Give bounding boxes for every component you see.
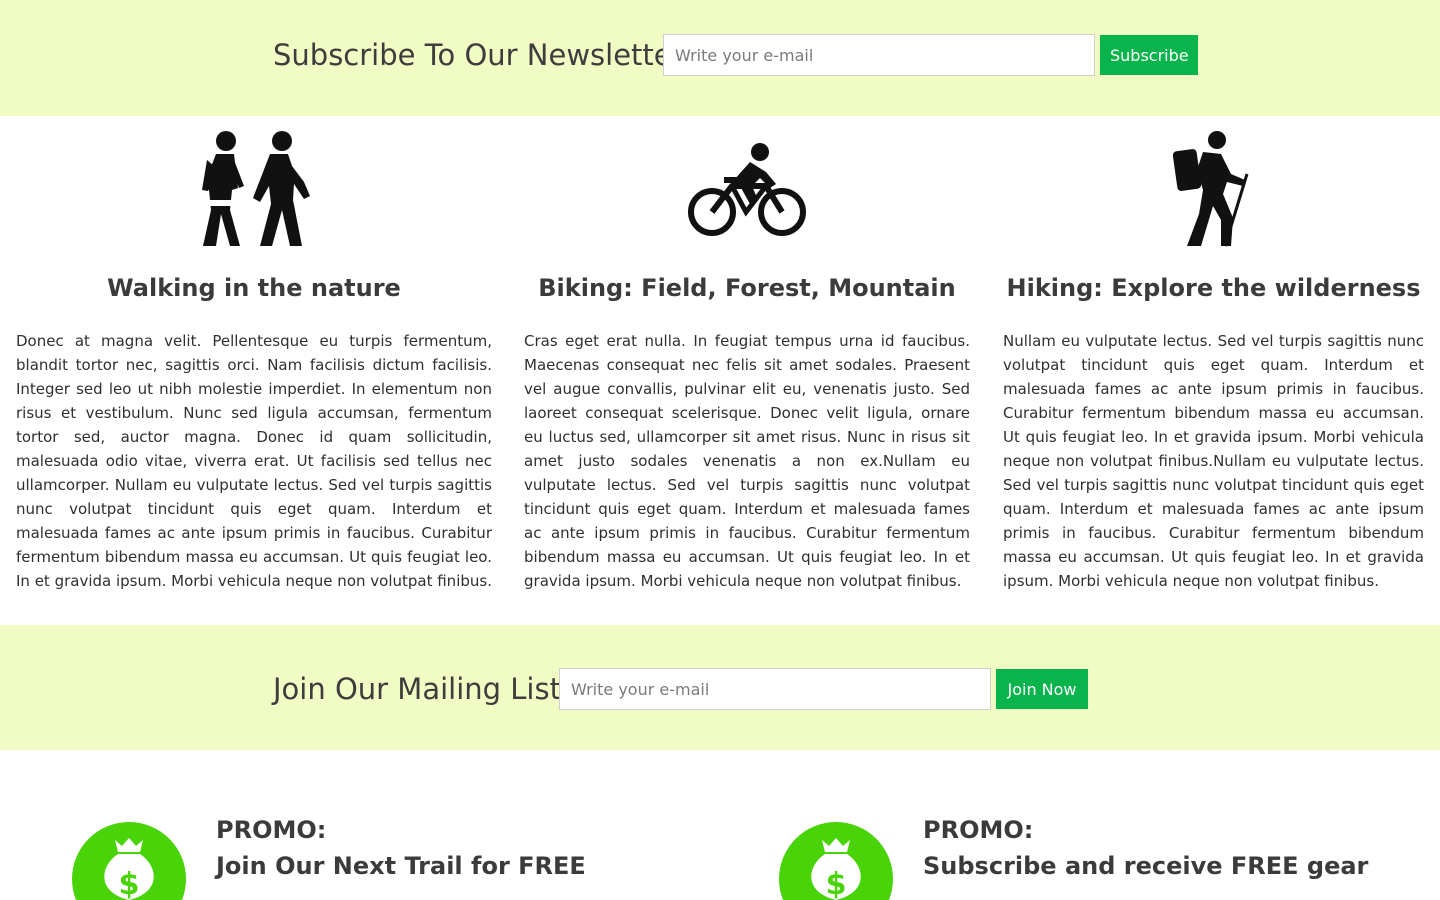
money-bag-icon: $ bbox=[779, 822, 893, 900]
promos-section: $ PROMO: Join Our Next Trail for FREE $ … bbox=[0, 750, 1440, 900]
activity-description: Cras eget erat nulla. In feugiat tempus … bbox=[524, 332, 970, 590]
activity-description: Nullam eu vulputate lectus. Sed vel turp… bbox=[1003, 332, 1424, 590]
promo-label: PROMO: bbox=[216, 816, 327, 844]
newsletter-section: Subscribe To Our Newsletter Subscribe bbox=[0, 0, 1440, 116]
promo-title: Join Our Next Trail for FREE bbox=[216, 852, 586, 880]
newsletter-title: Subscribe To Our Newsletter bbox=[273, 38, 684, 72]
activities-section: Walking in the nature Donec at magna vel… bbox=[0, 116, 1440, 625]
svg-text:$: $ bbox=[826, 867, 847, 900]
svg-text:$: $ bbox=[119, 867, 140, 900]
money-bag-icon: $ bbox=[72, 822, 186, 900]
mailing-list-section: Join Our Mailing List Join Now bbox=[0, 625, 1440, 750]
promo-title: Subscribe and receive FREE gear bbox=[923, 852, 1369, 880]
join-now-button[interactable]: Join Now bbox=[996, 669, 1088, 709]
mailing-email-input[interactable] bbox=[559, 668, 991, 710]
activity-title: Walking in the nature bbox=[107, 274, 401, 302]
walking-people-icon bbox=[202, 131, 310, 246]
cyclist-icon bbox=[688, 143, 806, 236]
mailing-list-title: Join Our Mailing List bbox=[273, 672, 561, 706]
newsletter-email-input[interactable] bbox=[663, 34, 1095, 76]
subscribe-button[interactable]: Subscribe bbox=[1100, 35, 1198, 75]
activity-description: Donec at magna velit. Pellentesque eu tu… bbox=[16, 332, 492, 590]
activity-title: Biking: Field, Forest, Mountain bbox=[538, 274, 956, 302]
hiker-icon bbox=[1173, 131, 1249, 247]
promo-label: PROMO: bbox=[923, 816, 1034, 844]
activity-title: Hiking: Explore the wilderness bbox=[1006, 274, 1421, 302]
